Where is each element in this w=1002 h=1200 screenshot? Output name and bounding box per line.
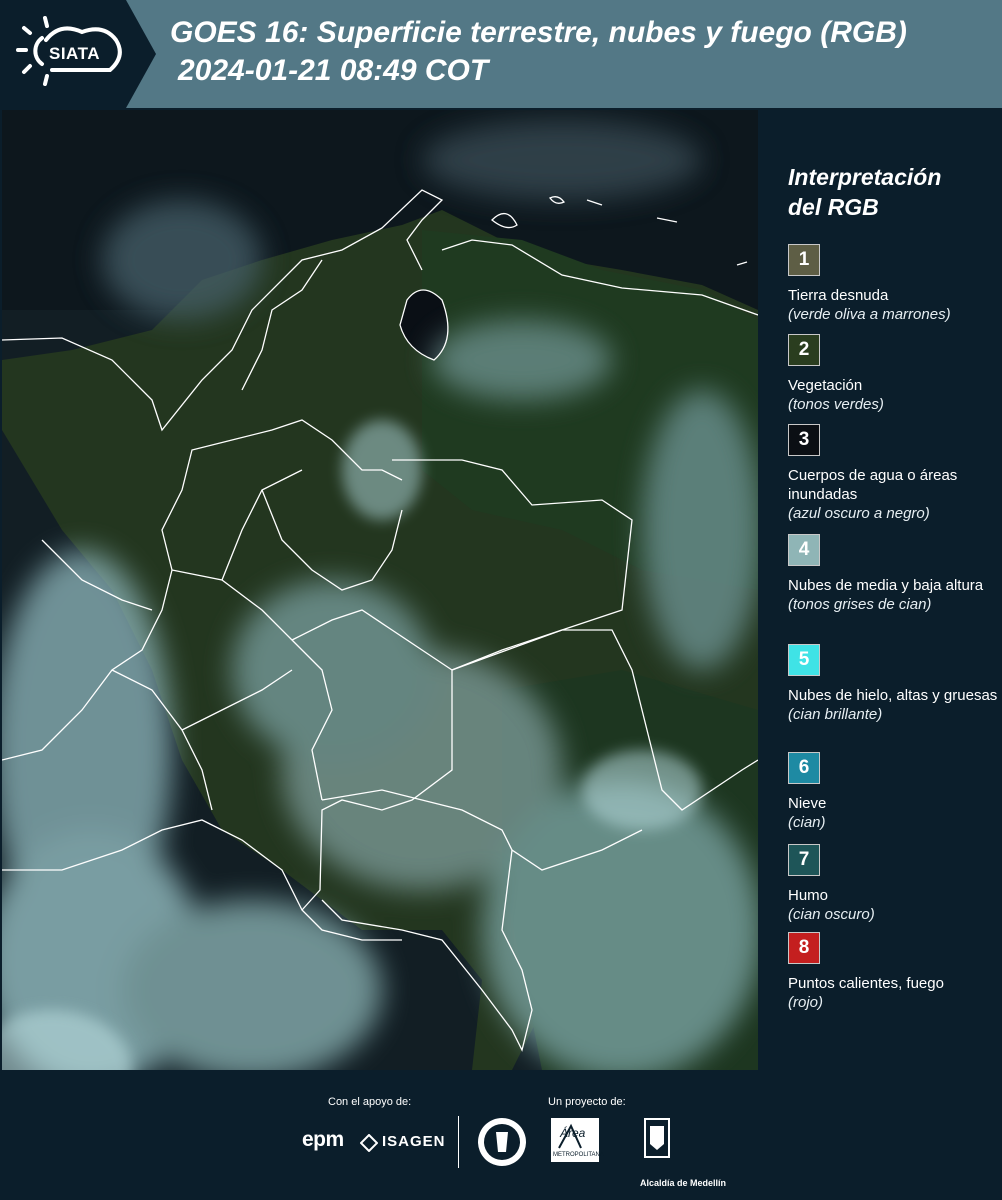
swatch: 2 bbox=[788, 334, 820, 366]
legend-label: Tierra desnuda bbox=[788, 287, 889, 304]
legend-label: Vegetación bbox=[788, 377, 863, 394]
legend-desc: (tonos verdes) bbox=[788, 396, 884, 413]
legend-item-vegetation: 2 Vegetación (tonos verdes) bbox=[788, 334, 998, 414]
swatch: 1 bbox=[788, 244, 820, 276]
legend-panel: Interpretación del RGB 1 Tierra desnuda … bbox=[760, 110, 1002, 1070]
legend-item-smoke: 7 Humo (cian oscuro) bbox=[788, 844, 998, 924]
legend-label: Puntos calientes, fuego bbox=[788, 975, 944, 992]
siata-logo: SIATA bbox=[0, 0, 156, 108]
project-label: Un proyecto de: bbox=[548, 1096, 626, 1108]
satellite-map[interactable] bbox=[2, 110, 758, 1070]
swatch: 7 bbox=[788, 844, 820, 876]
isagen-icon bbox=[360, 1134, 378, 1152]
swatch: 3 bbox=[788, 424, 820, 456]
area-metro-sub: METROPOLITANA bbox=[553, 1152, 604, 1158]
legend-item-ice-clouds: 5 Nubes de hielo, altas y gruesas (cian … bbox=[788, 644, 998, 724]
legend-label: Humo bbox=[788, 887, 829, 904]
divider bbox=[458, 1116, 459, 1168]
legend-title: Interpretación del RGB bbox=[788, 164, 942, 220]
footer-bar: Con el apoyo de: Un proyecto de: epm ISA… bbox=[0, 1070, 1002, 1200]
page-title: GOES 16: Superficie terrestre, nubes y f… bbox=[170, 16, 907, 49]
legend-desc: (verde oliva a marrones) bbox=[788, 306, 951, 323]
isagen-logo: ISAGEN bbox=[382, 1133, 446, 1150]
legend-item-low-clouds: 4 Nubes de media y baja altura (tonos gr… bbox=[788, 534, 998, 614]
legend-item-snow: 6 Nieve (cian) bbox=[788, 752, 998, 832]
legend-desc: (cian oscuro) bbox=[788, 906, 875, 923]
legend-label: Nieve bbox=[788, 795, 827, 812]
legend-item-fire: 8 Puntos calientes, fuego (rojo) bbox=[788, 932, 998, 1012]
legend-label: Nubes de hielo, altas y gruesas bbox=[788, 687, 998, 704]
header-bar: SIATA GOES 16: Superficie terrestre, nub… bbox=[0, 0, 1002, 108]
coat-of-arms-icon bbox=[644, 1118, 670, 1158]
timestamp: 2024-01-21 08:49 COT bbox=[178, 54, 489, 87]
alcaldia-label: Alcaldía de Medellín bbox=[640, 1178, 727, 1188]
legend-label: Nubes de media y baja altura bbox=[788, 577, 984, 594]
swatch: 6 bbox=[788, 752, 820, 784]
legend-item-bare-soil: 1 Tierra desnuda (verde oliva a marrones… bbox=[788, 244, 998, 324]
area-metro-text: Área bbox=[560, 1126, 586, 1140]
legend-desc: (azul oscuro a negro) bbox=[788, 505, 930, 522]
swatch: 5 bbox=[788, 644, 820, 676]
legend-desc: (cian) bbox=[788, 814, 826, 831]
legend-desc: (rojo) bbox=[788, 994, 824, 1011]
legend-desc: (cian brillante) bbox=[788, 706, 883, 723]
epm-logo: epm bbox=[302, 1128, 344, 1151]
legend-item-water: 3 Cuerpos de agua o áreas inundadas (azu… bbox=[788, 424, 998, 523]
swatch: 8 bbox=[788, 932, 820, 964]
support-label: Con el apoyo de: bbox=[328, 1096, 412, 1108]
university-seal-icon bbox=[478, 1118, 526, 1166]
swatch: 4 bbox=[788, 534, 820, 566]
legend-desc: (tonos grises de cian) bbox=[788, 596, 932, 613]
legend-label: Cuerpos de agua o áreas inundadas bbox=[788, 467, 958, 503]
logo-text: SIATA bbox=[49, 44, 100, 63]
